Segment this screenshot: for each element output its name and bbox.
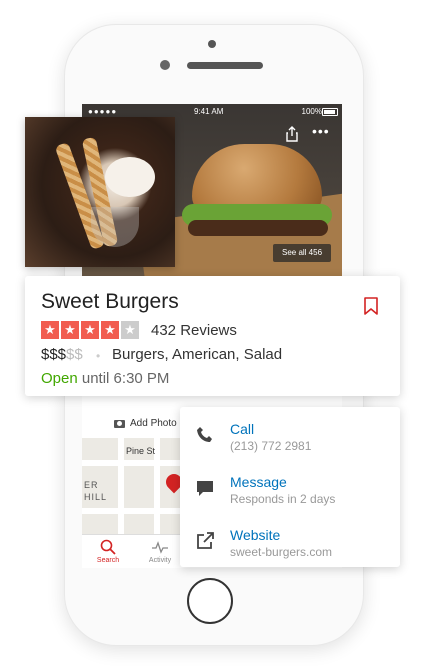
business-categories: Burgers, American, Salad (112, 346, 283, 363)
status-time: 9:41 AM (194, 107, 224, 116)
share-icon[interactable] (284, 126, 300, 142)
business-name: Sweet Burgers (41, 290, 179, 313)
website-label: Website (230, 527, 281, 543)
star-icon: ★ (101, 321, 119, 339)
business-hours: Open until 6:30 PM (41, 370, 169, 387)
tab-activity[interactable]: Activity (140, 539, 180, 564)
message-icon (197, 481, 213, 496)
external-link-icon (197, 532, 214, 549)
call-label: Call (230, 421, 255, 437)
add-photo-button[interactable]: Add Photo (114, 418, 177, 429)
tab-search[interactable]: Search (88, 539, 128, 564)
map-area-label: ER (84, 480, 99, 490)
earpiece-speaker (187, 62, 263, 69)
call-phone-number: (213) 772 2981 (230, 439, 312, 453)
map-street-label: Pine St (126, 446, 156, 456)
star-icon: ★ (41, 321, 59, 339)
call-action[interactable]: Call (213) 772 2981 (180, 409, 400, 459)
proximity-sensor (160, 60, 170, 70)
signal-indicator: ●●●●● (88, 107, 118, 116)
tab-activity-label: Activity (148, 557, 172, 564)
star-empty-icon: ★ (121, 321, 139, 339)
add-photo-label: Add Photo (130, 418, 177, 429)
map-area-label: HILL (84, 492, 108, 502)
price-range: $$$$$ (41, 346, 83, 363)
bookmark-icon[interactable] (364, 297, 378, 315)
star-icon: ★ (81, 321, 99, 339)
rating-stars: ★ ★ ★ ★ ★ (41, 321, 139, 339)
more-icon[interactable]: ••• (312, 124, 332, 142)
review-count[interactable]: 432 Reviews (151, 322, 237, 339)
business-card[interactable]: Sweet Burgers ★ ★ ★ ★ ★ 432 Reviews $$$$… (25, 276, 400, 396)
whipped-cream (105, 157, 155, 197)
phone-icon (197, 427, 212, 442)
dessert-photo[interactable] (25, 117, 175, 267)
website-action[interactable]: Website sweet-burgers.com (180, 515, 400, 565)
tab-search-label: Search (96, 557, 120, 564)
contact-actions-panel: Call (213) 772 2981 Message Responds in … (180, 407, 400, 567)
battery-icon (322, 108, 338, 116)
map-road (118, 438, 124, 534)
star-icon: ★ (61, 321, 79, 339)
price-dim: $$ (66, 346, 83, 363)
sundae-glass (91, 207, 139, 247)
activity-icon (152, 541, 168, 554)
battery-percent: 100% (301, 107, 322, 116)
separator-dot: • (96, 349, 101, 363)
home-button[interactable] (187, 578, 233, 624)
open-status: Open (41, 370, 78, 387)
camera-icon (114, 419, 125, 428)
message-label: Message (230, 474, 287, 490)
see-all-photos-button[interactable]: See all 456 (273, 244, 331, 262)
search-icon (100, 539, 116, 555)
burger-patty (188, 220, 328, 236)
front-camera (208, 40, 216, 48)
price-active: $$$ (41, 346, 67, 363)
message-response-time: Responds in 2 days (230, 492, 336, 506)
message-action[interactable]: Message Responds in 2 days (180, 462, 400, 512)
hours-text: until 6:30 PM (81, 370, 170, 387)
website-url: sweet-burgers.com (230, 545, 333, 559)
